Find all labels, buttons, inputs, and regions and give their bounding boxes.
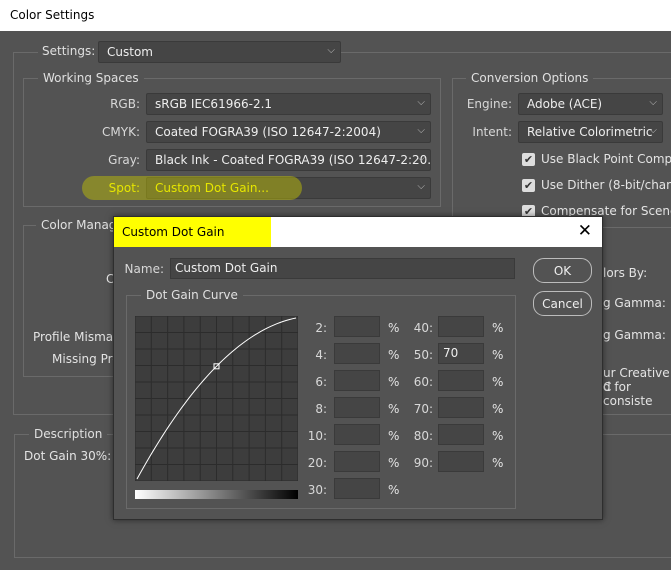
gray-label: Gray:: [108, 153, 140, 167]
percent-label: %: [388, 402, 400, 416]
settings-value: Custom: [107, 45, 153, 59]
chevron-down-icon: ⌵: [417, 125, 425, 136]
partial-text: Profile Mismat: [33, 330, 118, 344]
engine-label: Engine:: [466, 97, 512, 111]
dot-gain-input[interactable]: [334, 316, 380, 337]
chevron-down-icon: ⌵: [417, 153, 425, 164]
spot-label: Spot:: [108, 181, 140, 195]
custom-dot-gain-dialog: Custom Dot Gain ✕ Name: Custom Dot Gain …: [113, 216, 603, 520]
dot-gain-input[interactable]: [334, 478, 380, 499]
cmyk-label: CMYK:: [102, 125, 140, 139]
select-value: sRGB IEC61966-2.1: [155, 97, 273, 111]
description-title: Description: [29, 427, 108, 441]
dialog-title-bar: Custom Dot Gain ✕: [114, 217, 602, 247]
dot-gain-input[interactable]: [334, 451, 380, 472]
dot-gain-input[interactable]: [438, 424, 484, 445]
dot-gain-input[interactable]: [438, 316, 484, 337]
percent-label: %: [388, 375, 400, 389]
dot-gain-input[interactable]: 70: [438, 343, 484, 364]
field-label: 90:: [413, 456, 433, 470]
working-spaces-title: Working Spaces: [38, 71, 144, 85]
conversion-title: Conversion Options: [466, 71, 594, 85]
intent-value: Relative Colorimetric: [527, 125, 653, 139]
percent-label: %: [388, 456, 400, 470]
engine-select[interactable]: Adobe (ACE) ⌵: [518, 93, 663, 115]
field-label: 80:: [413, 429, 433, 443]
intent-select[interactable]: Relative Colorimetric ⌵: [518, 121, 663, 143]
dot-gain-input[interactable]: [438, 451, 484, 472]
chevron-down-icon: ⌵: [417, 181, 425, 192]
partial-text: lors By:: [603, 266, 648, 280]
curve-title: Dot Gain Curve: [141, 288, 243, 302]
field-label: 40:: [413, 321, 433, 335]
field-label: 4:: [315, 348, 327, 362]
dot-gain-input[interactable]: [334, 424, 380, 445]
partial-text: g Gamma:: [603, 296, 666, 310]
select-value: Custom Dot Gain...: [155, 181, 269, 195]
close-icon[interactable]: ✕: [578, 221, 592, 241]
window-title-bar: Color Settings: [0, 0, 671, 31]
rgb-select[interactable]: sRGB IEC61966-2.1 ⌵: [146, 93, 431, 115]
partial-text: g Gamma:: [603, 328, 666, 342]
partial-text: Missing Pro: [52, 352, 120, 366]
percent-label: %: [492, 348, 504, 362]
percent-label: %: [388, 348, 400, 362]
field-label: 8:: [315, 402, 327, 416]
field-label: 60:: [413, 375, 433, 389]
field-label: 2:: [315, 321, 327, 335]
dot-gain-input[interactable]: [334, 397, 380, 418]
window-title: Color Settings: [10, 8, 95, 22]
settings-label: Settings:: [38, 44, 100, 58]
select-value: Black Ink - Coated FOGRA39 (ISO 12647-2:…: [155, 153, 431, 167]
name-input[interactable]: Custom Dot Gain: [170, 258, 515, 279]
spot-select[interactable]: Custom Dot Gain... ⌵: [146, 177, 431, 199]
field-label: 50:: [413, 348, 433, 362]
checkbox[interactable]: ✔: [522, 179, 535, 192]
description-text: Dot Gain 30%:: [24, 449, 112, 463]
percent-label: %: [492, 456, 504, 470]
ok-button[interactable]: OK: [533, 258, 592, 283]
select-value: Coated FOGRA39 (ISO 12647-2:2004): [155, 125, 381, 139]
intent-label: Intent:: [472, 125, 512, 139]
cancel-button[interactable]: Cancel: [533, 291, 592, 316]
percent-label: %: [492, 429, 504, 443]
settings-select[interactable]: Custom ⌵: [98, 41, 341, 63]
percent-label: %: [492, 375, 504, 389]
checkbox-label: Use Dither (8-bit/chann: [541, 178, 671, 192]
gray-select[interactable]: Black Ink - Coated FOGRA39 (ISO 12647-2:…: [146, 149, 431, 171]
name-label: Name:: [124, 262, 164, 276]
dot-gain-input[interactable]: [438, 370, 484, 391]
percent-label: %: [388, 483, 400, 497]
field-label: 10:: [307, 429, 327, 443]
percent-label: %: [492, 321, 504, 335]
partial-text: d for consiste: [603, 380, 653, 408]
field-label: 6:: [315, 375, 327, 389]
chevron-down-icon: ⌵: [327, 45, 335, 56]
field-label: 30:: [307, 483, 327, 497]
dot-gain-curve-graph[interactable]: [135, 316, 298, 481]
chevron-down-icon: ⌵: [417, 97, 425, 108]
percent-label: %: [388, 321, 400, 335]
dot-gain-input[interactable]: [438, 397, 484, 418]
percent-label: %: [492, 402, 504, 416]
checkbox[interactable]: ✔: [522, 153, 535, 166]
dialog-title: Custom Dot Gain: [114, 217, 271, 247]
field-label: 70:: [413, 402, 433, 416]
checkbox-label: Use Black Point Compen: [541, 152, 671, 166]
engine-value: Adobe (ACE): [527, 97, 603, 111]
dot-gain-input[interactable]: [334, 343, 380, 364]
field-label: 20:: [307, 456, 327, 470]
gradient-bar: [135, 490, 298, 499]
chevron-down-icon: ⌵: [649, 125, 657, 136]
cmyk-select[interactable]: Coated FOGRA39 (ISO 12647-2:2004) ⌵: [146, 121, 431, 143]
dot-gain-input[interactable]: [334, 370, 380, 391]
chevron-down-icon: ⌵: [649, 97, 657, 108]
percent-label: %: [388, 429, 400, 443]
color-management-title: Color Manag: [36, 218, 122, 232]
rgb-label: RGB:: [110, 97, 140, 111]
